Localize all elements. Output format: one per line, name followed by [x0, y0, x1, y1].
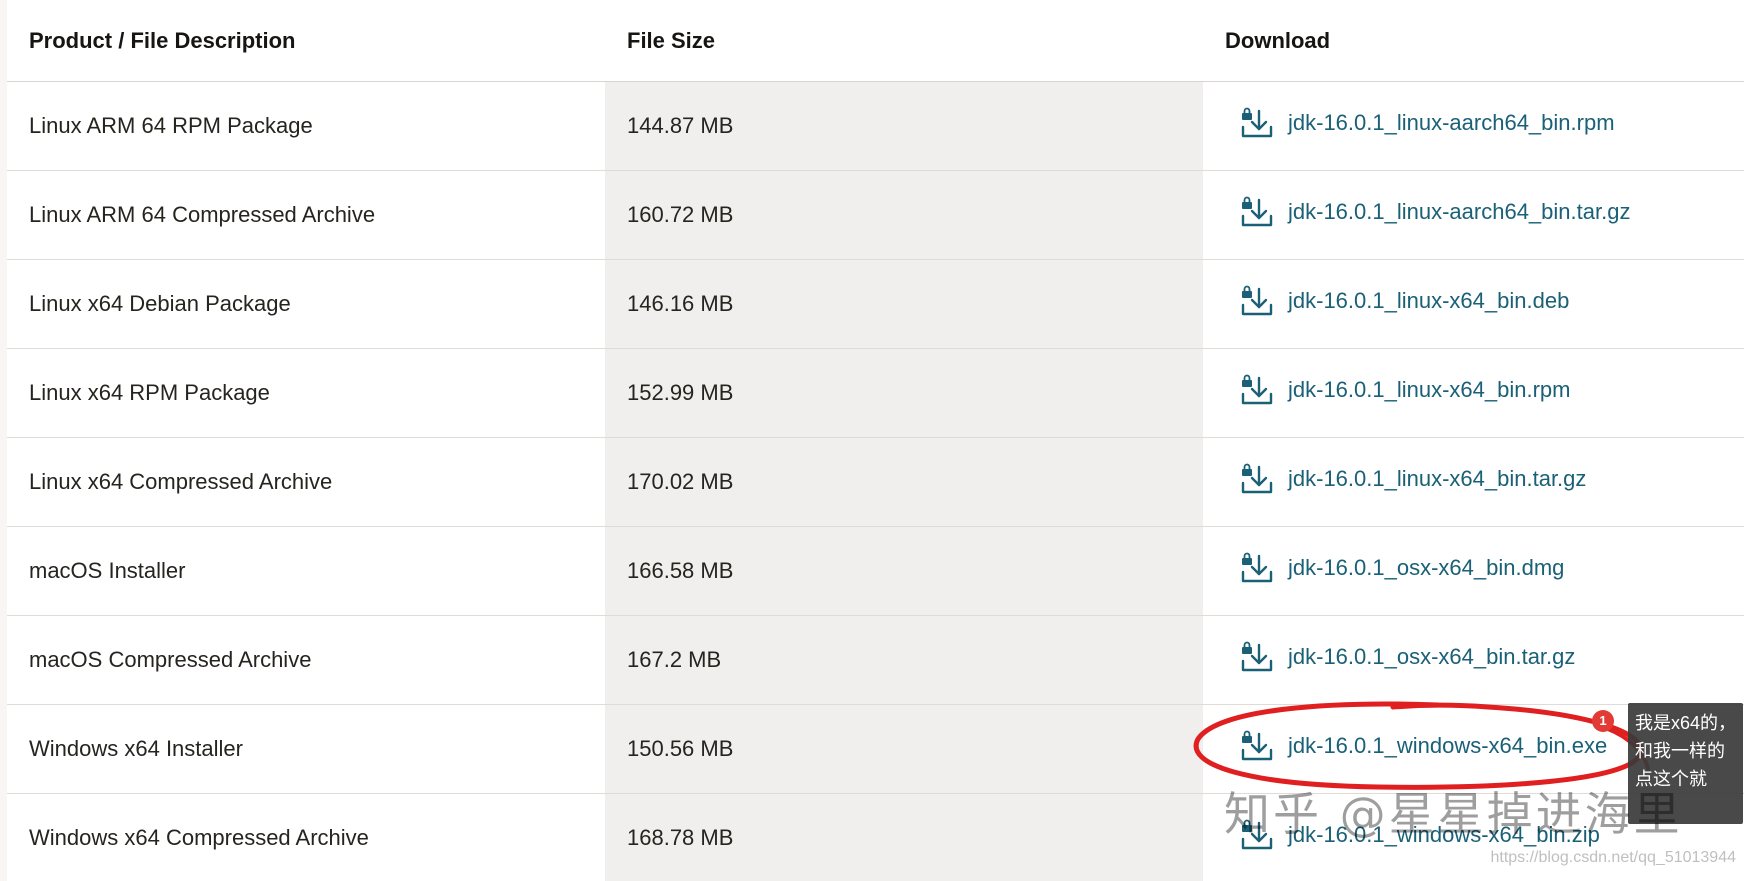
product-cell: macOS Compressed Archive	[7, 615, 605, 705]
download-lock-icon	[1239, 194, 1275, 230]
download-filename: jdk-16.0.1_linux-x64_bin.tar.gz	[1288, 466, 1587, 491]
file-size-cell: 152.99 MB	[605, 348, 1203, 438]
download-cell: jdk-16.0.1_linux-x64_bin.rpm	[1203, 348, 1744, 438]
product-cell: Linux ARM 64 Compressed Archive	[7, 170, 605, 260]
product-cell: Linux x64 Debian Package	[7, 259, 605, 349]
table-row: Linux ARM 64 RPM Package 144.87 MB jdk-1…	[7, 81, 1744, 171]
file-size-cell: 167.2 MB	[605, 615, 1203, 705]
file-size-cell: 150.56 MB	[605, 704, 1203, 794]
download-cell: jdk-16.0.1_linux-x64_bin.deb	[1203, 259, 1744, 349]
download-cell: jdk-16.0.1_linux-x64_bin.tar.gz	[1203, 437, 1744, 527]
download-cell: jdk-16.0.1_osx-x64_bin.dmg	[1203, 526, 1744, 616]
download-filename: jdk-16.0.1_linux-x64_bin.rpm	[1288, 377, 1571, 402]
table-row: Linux x64 Compressed Archive 170.02 MB j…	[7, 437, 1744, 527]
download-filename: jdk-16.0.1_osx-x64_bin.dmg	[1288, 555, 1565, 580]
download-link[interactable]: jdk-16.0.1_osx-x64_bin.tar.gz	[1239, 639, 1575, 675]
download-lock-icon	[1239, 728, 1275, 764]
comment-count-badge[interactable]: 1	[1592, 710, 1614, 732]
download-link[interactable]: jdk-16.0.1_linux-x64_bin.tar.gz	[1239, 461, 1586, 497]
file-size-cell: 168.78 MB	[605, 793, 1203, 881]
downloads-table-panel: Product / File Description File Size Dow…	[7, 0, 1744, 881]
download-link[interactable]: jdk-16.0.1_windows-x64_bin.zip	[1239, 817, 1600, 853]
header-download: Download	[1203, 0, 1744, 82]
product-cell: Windows x64 Compressed Archive	[7, 793, 605, 881]
table-row: Linux x64 RPM Package 152.99 MB jdk-16.0…	[7, 348, 1744, 438]
download-filename: jdk-16.0.1_osx-x64_bin.tar.gz	[1288, 644, 1576, 669]
download-filename: jdk-16.0.1_linux-aarch64_bin.tar.gz	[1288, 199, 1631, 224]
download-filename: jdk-16.0.1_windows-x64_bin.exe	[1288, 733, 1608, 758]
file-size-cell: 166.58 MB	[605, 526, 1203, 616]
download-filename: jdk-16.0.1_linux-aarch64_bin.rpm	[1288, 110, 1615, 135]
file-size-cell: 146.16 MB	[605, 259, 1203, 349]
product-cell: Windows x64 Installer	[7, 704, 605, 794]
download-lock-icon	[1239, 639, 1275, 675]
download-link[interactable]: jdk-16.0.1_windows-x64_bin.exe	[1239, 728, 1607, 764]
product-cell: Linux x64 Compressed Archive	[7, 437, 605, 527]
table-row: Windows x64 Installer 150.56 MB jdk-16.0…	[7, 704, 1744, 794]
download-link[interactable]: jdk-16.0.1_linux-aarch64_bin.rpm	[1239, 105, 1615, 141]
download-lock-icon	[1239, 817, 1275, 853]
download-filename: jdk-16.0.1_linux-x64_bin.deb	[1288, 288, 1570, 313]
file-size-cell: 170.02 MB	[605, 437, 1203, 527]
download-lock-icon	[1239, 105, 1275, 141]
product-cell: Linux ARM 64 RPM Package	[7, 81, 605, 171]
table-header-row: Product / File Description File Size Dow…	[7, 0, 1744, 82]
download-lock-icon	[1239, 550, 1275, 586]
download-cell: jdk-16.0.1_linux-aarch64_bin.tar.gz	[1203, 170, 1744, 260]
file-size-cell: 144.87 MB	[605, 81, 1203, 171]
table-row: macOS Compressed Archive 167.2 MB jdk-16…	[7, 615, 1744, 705]
download-link[interactable]: jdk-16.0.1_linux-aarch64_bin.tar.gz	[1239, 194, 1630, 230]
header-file-size: File Size	[605, 0, 1203, 82]
download-filename: jdk-16.0.1_windows-x64_bin.zip	[1288, 822, 1600, 847]
header-product: Product / File Description	[7, 0, 605, 82]
download-lock-icon	[1239, 461, 1275, 497]
download-link[interactable]: jdk-16.0.1_linux-x64_bin.deb	[1239, 283, 1569, 319]
product-cell: Linux x64 RPM Package	[7, 348, 605, 438]
table-row: Linux x64 Debian Package 146.16 MB jdk-1…	[7, 259, 1744, 349]
comment-bubble[interactable]: 我是x64的，和我一样的点这个就	[1628, 703, 1743, 824]
download-cell: jdk-16.0.1_linux-aarch64_bin.rpm	[1203, 81, 1744, 171]
product-cell: macOS Installer	[7, 526, 605, 616]
download-lock-icon	[1239, 372, 1275, 408]
download-link[interactable]: jdk-16.0.1_osx-x64_bin.dmg	[1239, 550, 1564, 586]
table-row: macOS Installer 166.58 MB jdk-16.0.1_osx…	[7, 526, 1744, 616]
download-link[interactable]: jdk-16.0.1_linux-x64_bin.rpm	[1239, 372, 1571, 408]
table-row: Linux ARM 64 Compressed Archive 160.72 M…	[7, 170, 1744, 260]
file-size-cell: 160.72 MB	[605, 170, 1203, 260]
csdn-watermark: https://blog.csdn.net/qq_51013944	[1490, 849, 1736, 866]
download-lock-icon	[1239, 283, 1275, 319]
table-row: Windows x64 Compressed Archive 168.78 MB…	[7, 793, 1744, 881]
downloads-table: Product / File Description File Size Dow…	[7, 0, 1744, 881]
download-cell: jdk-16.0.1_osx-x64_bin.tar.gz	[1203, 615, 1744, 705]
